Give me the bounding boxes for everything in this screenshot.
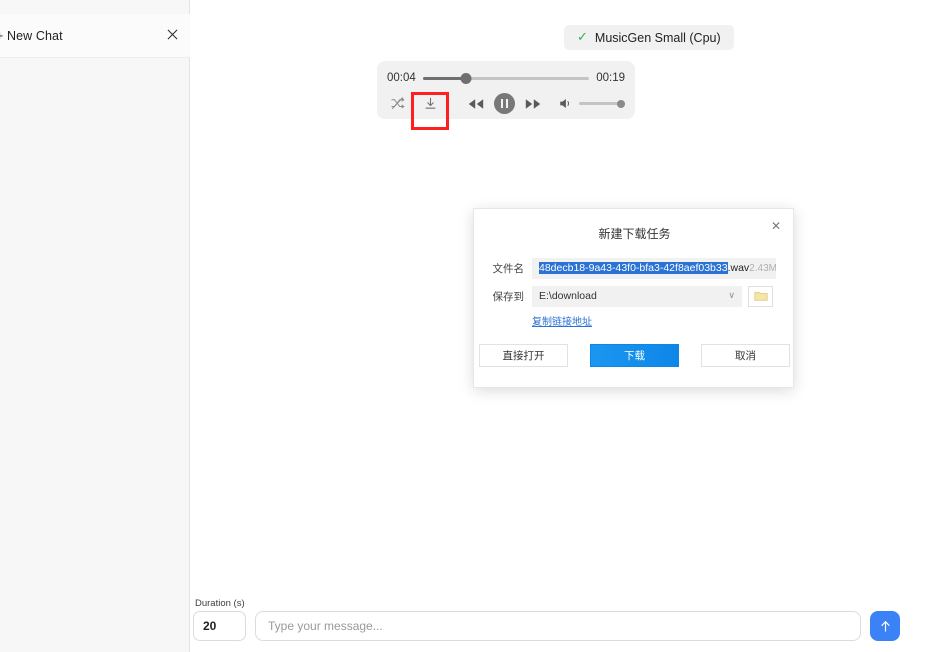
arrow-up-icon — [880, 620, 890, 631]
open-directly-button[interactable]: 直接打开 — [479, 344, 568, 367]
filename-label: 文件名 — [492, 262, 525, 275]
sidebar-header: + New Chat — [0, 14, 190, 58]
dialog-title: 新建下载任务 — [598, 227, 671, 241]
total-time-label: 00:19 — [596, 72, 625, 84]
rewind-icon[interactable] — [467, 95, 485, 113]
folder-icon — [753, 291, 768, 301]
copy-link-address-link[interactable]: 复制链接地址 — [532, 313, 592, 328]
transport-controls — [467, 93, 542, 114]
filename-input[interactable]: 48decb18-9a43-43f0-bfa3-42f8aef03b33 .wav… — [532, 257, 776, 279]
close-icon-svg — [167, 29, 178, 39]
audio-player-controls-row — [377, 90, 635, 117]
shuffle-icon[interactable] — [386, 93, 408, 115]
volume-thumb[interactable] — [617, 99, 625, 108]
volume-icon[interactable] — [556, 95, 574, 113]
save-path-row: 保存到 E:\download ∨ — [474, 285, 795, 307]
shuffle-icon-svg — [391, 97, 405, 110]
dialog-close-icon[interactable]: ✕ — [767, 217, 785, 235]
pause-bars — [500, 99, 509, 108]
check-icon: ✓ — [577, 30, 588, 45]
filename-selected-text: 48decb18-9a43-43f0-bfa3-42f8aef03b33 — [539, 262, 728, 274]
filename-extension-text: .wav — [727, 262, 750, 274]
seek-slider[interactable] — [422, 71, 590, 85]
seek-thumb[interactable] — [460, 72, 472, 84]
save-path-select[interactable]: E:\download ∨ — [532, 285, 742, 307]
duration-input[interactable]: 20 — [193, 611, 246, 641]
fast-forward-icon-svg — [525, 98, 541, 109]
cancel-button[interactable]: 取消 — [701, 344, 790, 367]
current-time-label: 00:04 — [387, 72, 416, 84]
volume-icon-svg — [559, 99, 569, 108]
download-icon[interactable] — [415, 93, 445, 115]
duration-label: Duration (s) — [195, 598, 245, 609]
sidebar: + New Chat — [0, 0, 190, 652]
rewind-icon-svg — [468, 98, 484, 109]
model-status-badge: ✓ MusicGen Small (Cpu) — [564, 25, 734, 50]
close-icon[interactable] — [167, 29, 178, 43]
browse-folder-button[interactable] — [748, 285, 773, 307]
model-name-label: MusicGen Small (Cpu) — [594, 30, 721, 45]
filename-row: 文件名 48decb18-9a43-43f0-bfa3-42f8aef03b33… — [474, 257, 795, 279]
fast-forward-icon[interactable] — [524, 95, 542, 113]
audio-player-seek-row: 00:04 00:19 — [377, 66, 635, 90]
dialog-buttons: 直接打开 下载 取消 — [474, 344, 795, 367]
send-button[interactable] — [870, 611, 900, 641]
pause-icon[interactable] — [494, 93, 515, 114]
audio-player: 00:04 00:19 — [377, 61, 635, 119]
volume-control — [556, 95, 627, 113]
download-button[interactable]: 下载 — [590, 344, 679, 367]
duration-group: Duration (s) 20 — [193, 598, 246, 641]
download-dialog: 新建下载任务 ✕ 文件名 48decb18-9a43-43f0-bfa3-42f… — [473, 208, 794, 388]
filesize-label: 2.43MB — [749, 262, 776, 274]
composer-bar: Duration (s) 20 Type your message... — [193, 595, 900, 641]
chevron-down-icon: ∨ — [728, 291, 735, 301]
save-path-label: 保存到 — [492, 290, 525, 303]
download-icon-svg — [425, 97, 435, 109]
seek-fill — [422, 76, 467, 80]
volume-slider[interactable] — [579, 98, 625, 110]
message-input[interactable]: Type your message... — [255, 611, 861, 641]
save-path-value: E:\download — [539, 290, 597, 302]
new-chat-button[interactable]: + New Chat — [0, 29, 63, 43]
